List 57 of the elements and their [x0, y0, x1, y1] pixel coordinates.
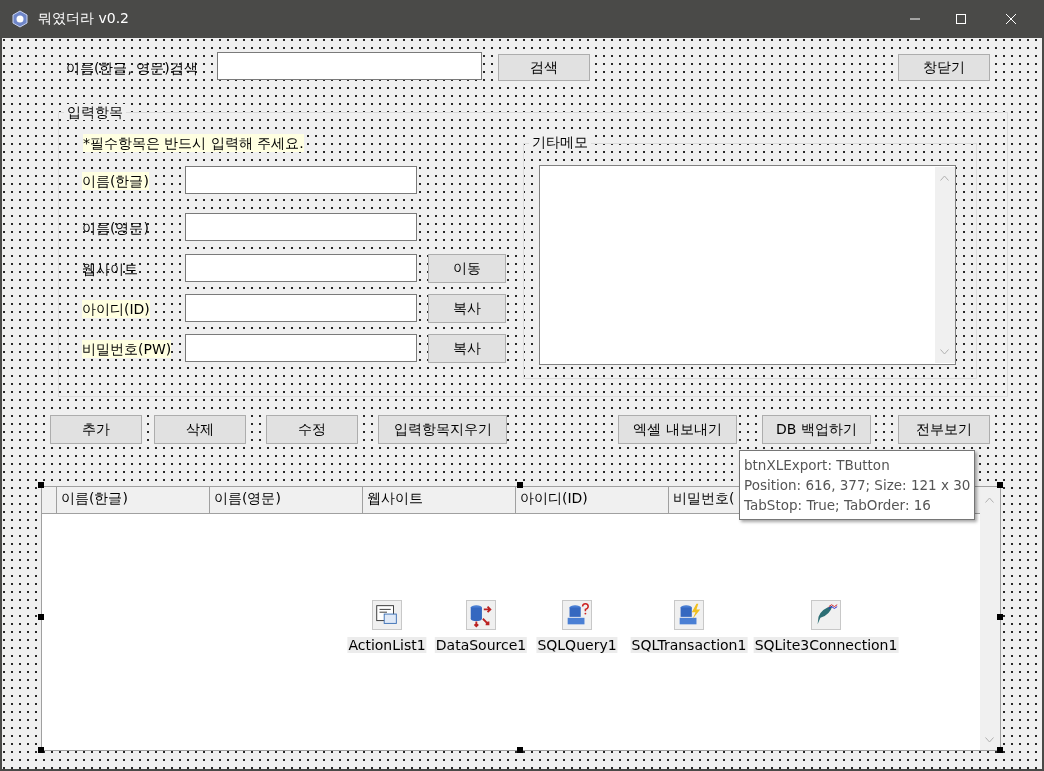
- app-icon: [11, 10, 29, 28]
- component-label: SQLTransaction1: [630, 637, 748, 653]
- action-button[interactable]: 전부보기: [898, 415, 990, 444]
- action-button[interactable]: DB 백업하기: [762, 415, 871, 444]
- chevron-up-icon: [985, 497, 994, 503]
- resize-handle[interactable]: [38, 482, 44, 488]
- field-label: 이름(영문): [82, 219, 149, 237]
- field-button[interactable]: 복사: [428, 294, 506, 323]
- text-field[interactable]: [185, 334, 417, 362]
- required-notice: *필수항목은 반드시 입력해 주세요.: [83, 134, 304, 152]
- chevron-up-icon: [940, 175, 949, 181]
- resize-handle[interactable]: [38, 614, 44, 620]
- search-label: 이름(한글, 영문)검색: [66, 59, 198, 77]
- text-field[interactable]: [185, 294, 417, 322]
- component-label: ActionList1: [347, 637, 427, 653]
- resize-handle[interactable]: [38, 747, 44, 753]
- scrollbar[interactable]: [935, 167, 955, 363]
- field-label: 아이디(ID): [82, 300, 150, 318]
- memo-field[interactable]: [539, 165, 956, 365]
- resize-handle[interactable]: [517, 482, 523, 488]
- field-label: 비밀번호(PW): [82, 340, 172, 358]
- scrollbar[interactable]: [980, 487, 1000, 750]
- action-button[interactable]: 추가: [50, 415, 142, 444]
- tooltip-text: TabStop: True; TabOrder: 16: [744, 496, 932, 515]
- chevron-down-icon: [985, 737, 994, 743]
- field-button[interactable]: 이동: [428, 254, 506, 283]
- text-field[interactable]: [185, 213, 417, 241]
- search-button[interactable]: 검색: [498, 54, 590, 81]
- close-window-button[interactable]: 창닫기: [898, 54, 990, 81]
- text-field[interactable]: [185, 166, 417, 194]
- field-label: 이름(한글): [82, 172, 149, 190]
- component-label: SQLQuery1: [536, 637, 618, 653]
- tooltip-text: btnXLExport: TButton: [744, 456, 891, 475]
- action-button[interactable]: 입력항목지우기: [378, 415, 507, 444]
- column-header[interactable]: 이름(영문): [210, 487, 363, 513]
- component-label: SQLite3Connection1: [753, 637, 899, 653]
- close-icon: [1005, 13, 1017, 25]
- column-header[interactable]: 이름(한글): [57, 487, 210, 513]
- action-button[interactable]: 엑셀 내보내기: [618, 415, 737, 444]
- action-button[interactable]: 삭제: [154, 415, 246, 444]
- column-header[interactable]: 웹사이트: [363, 487, 516, 513]
- maximize-icon: [955, 13, 967, 25]
- resize-handle[interactable]: [997, 614, 1003, 620]
- text-field[interactable]: [185, 254, 417, 282]
- resize-handle[interactable]: [997, 482, 1003, 488]
- chevron-down-icon: [940, 349, 949, 355]
- field-label: 웹사이트: [82, 260, 138, 278]
- resize-handle[interactable]: [997, 747, 1003, 753]
- group-title: 입력항목: [64, 104, 126, 120]
- action-button[interactable]: 수정: [266, 415, 358, 444]
- resize-handle[interactable]: [517, 747, 523, 753]
- component-label: DataSource1: [434, 637, 528, 653]
- window-title: 뭐였더라 v0.2: [38, 10, 129, 28]
- group-title: 기타메모: [529, 134, 591, 150]
- search-field[interactable]: [217, 52, 482, 80]
- field-button[interactable]: 복사: [428, 334, 506, 363]
- datasource-icon: [466, 600, 496, 630]
